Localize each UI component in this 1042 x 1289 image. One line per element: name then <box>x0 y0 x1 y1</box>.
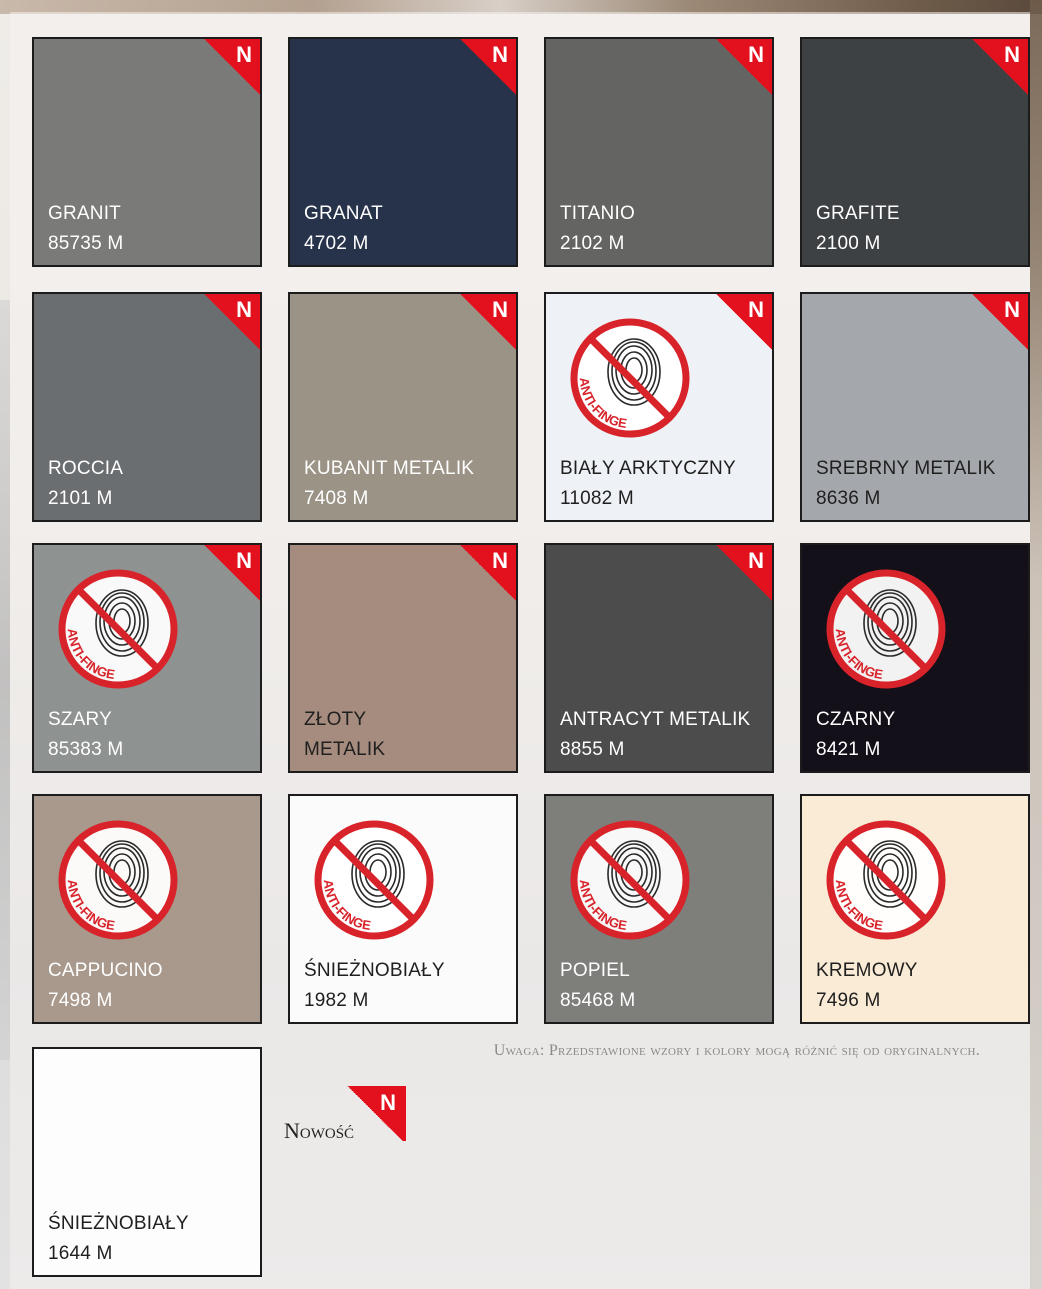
new-badge-letter: N <box>492 548 508 573</box>
new-badge: N <box>716 545 772 601</box>
swatch-name: POPIEL <box>560 960 630 981</box>
swatch-name: GRANAT <box>304 203 383 224</box>
anti-fingerprint-icon: ANTI-FINGERPRINT <box>51 806 180 942</box>
color-swatch: ANTI-FINGERPRINT CAPPUCINO 7498 M <box>32 794 262 1024</box>
swatch-code: 7408 M <box>304 488 369 509</box>
anti-fingerprint-icon: ANTI-FINGERPRINT <box>563 806 692 942</box>
color-swatch: N GRANAT 4702 M <box>288 37 518 267</box>
color-swatch: ANTI-FINGERPRINT KREMOWY 7496 M <box>800 794 1030 1024</box>
new-badge-letter: N <box>1004 297 1020 322</box>
swatch-code: 8421 M <box>816 739 881 760</box>
swatch-name: CZARNY <box>816 709 896 730</box>
new-badge: N <box>460 545 516 601</box>
new-badge-letter: N <box>236 548 252 573</box>
swatch-name: KUBANIT METALIK <box>304 458 475 479</box>
new-badge: N <box>204 39 260 95</box>
background-left-edge <box>0 300 10 1060</box>
swatch-code: 7498 M <box>48 990 113 1011</box>
new-badge-letter: N <box>236 42 252 67</box>
legend-badge-letter: N <box>380 1090 396 1115</box>
color-swatch: N ANTI-FINGERPRINT BIAŁY ARKTYCZNY 11082 … <box>544 292 774 522</box>
swatch-name: ŚNIEŻNOBIAŁY <box>304 960 445 981</box>
new-badge: N <box>204 294 260 350</box>
swatch-code: 1644 M <box>48 1243 113 1264</box>
color-swatch: N ROCCIA 2101 M <box>32 292 262 522</box>
new-badge-letter: N <box>1004 42 1020 67</box>
swatch-name: ZŁOTY METALIK <box>304 709 386 760</box>
swatch-code: 4702 M <box>304 233 369 254</box>
swatch-code: 7496 M <box>816 990 881 1011</box>
color-swatch: N KUBANIT METALIK 7408 M <box>288 292 518 522</box>
color-swatch: N ANTRACYT METALIK 8855 M <box>544 543 774 773</box>
new-badge-letter: N <box>748 297 764 322</box>
anti-fingerprint-icon: ANTI-FINGERPRINT <box>307 806 436 942</box>
swatch-code: 85468 M <box>560 990 636 1011</box>
color-swatch: N ZŁOTY METALIK <box>288 543 518 773</box>
color-swatch: N ANTI-FINGERPRINT SZARY 85383 M <box>32 543 262 773</box>
color-swatch: ANTI-FINGERPRINT POPIEL 85468 M <box>544 794 774 1024</box>
new-badge: N <box>716 39 772 95</box>
swatch-name: BIAŁY ARKTYCZNY <box>560 458 736 479</box>
anti-fingerprint-icon: ANTI-FINGERPRINT <box>51 555 180 691</box>
anti-fingerprint-icon: ANTI-FINGERPRINT <box>819 806 948 942</box>
swatch-name: SZARY <box>48 709 113 730</box>
swatch-code: 85735 M <box>48 233 124 254</box>
color-swatch: N GRAFITE 2100 M <box>800 37 1030 267</box>
swatch-name: TITANIO <box>560 203 635 224</box>
swatch-name: SREBRNY METALIK <box>816 458 996 479</box>
new-badge-letter: N <box>492 297 508 322</box>
color-swatch: N GRANIT 85735 M <box>32 37 262 267</box>
swatch-code: 1982 M <box>304 990 369 1011</box>
new-badge-letter: N <box>492 42 508 67</box>
swatch-name: KREMOWY <box>816 960 918 981</box>
background-right-edge <box>1030 0 1042 1289</box>
swatch-code: 85383 M <box>48 739 124 760</box>
swatch-name: CAPPUCINO <box>48 960 163 981</box>
swatch-name: GRANIT <box>48 203 121 224</box>
swatch-name: ROCCIA <box>48 458 124 479</box>
swatch-code: 8636 M <box>816 488 881 509</box>
color-swatch: ANTI-FINGERPRINT ŚNIEŻNOBIAŁY 1982 M <box>288 794 518 1024</box>
new-badge: N <box>972 294 1028 350</box>
new-badge-letter: N <box>236 297 252 322</box>
new-badge: N <box>972 39 1028 95</box>
color-swatch: ANTI-FINGERPRINT CZARNY 8421 M <box>800 543 1030 773</box>
swatch-code: 2101 M <box>48 488 113 509</box>
swatch-code: 8855 M <box>560 739 625 760</box>
color-swatch: N SREBRNY METALIK 8636 M <box>800 292 1030 522</box>
legend-label: Nowość <box>284 1118 355 1143</box>
anti-fingerprint-icon: ANTI-FINGERPRINT <box>563 304 692 440</box>
new-badge: N <box>204 545 260 601</box>
new-badge: N <box>716 294 772 350</box>
color-swatch: ŚNIEŻNOBIAŁY 1644 M <box>32 1047 262 1277</box>
swatch-name: ANTRACYT METALIK <box>560 709 751 730</box>
swatch-code: 2100 M <box>816 233 881 254</box>
swatch-name: ŚNIEŻNOBIAŁY <box>48 1213 189 1234</box>
swatch-code: 2102 M <box>560 233 625 254</box>
anti-fingerprint-icon: ANTI-FINGERPRINT <box>819 555 948 691</box>
new-badge: N <box>460 39 516 95</box>
swatch-code: 11082 M <box>560 488 634 509</box>
new-badge: N <box>460 294 516 350</box>
color-swatch: N TITANIO 2102 M <box>544 37 774 267</box>
new-badge-letter: N <box>748 42 764 67</box>
disclaimer-note: Uwaga: Przedstawione wzory i kolory mogą… <box>493 1042 980 1059</box>
new-badge-letter: N <box>748 548 764 573</box>
swatch-name: GRAFITE <box>816 203 900 224</box>
